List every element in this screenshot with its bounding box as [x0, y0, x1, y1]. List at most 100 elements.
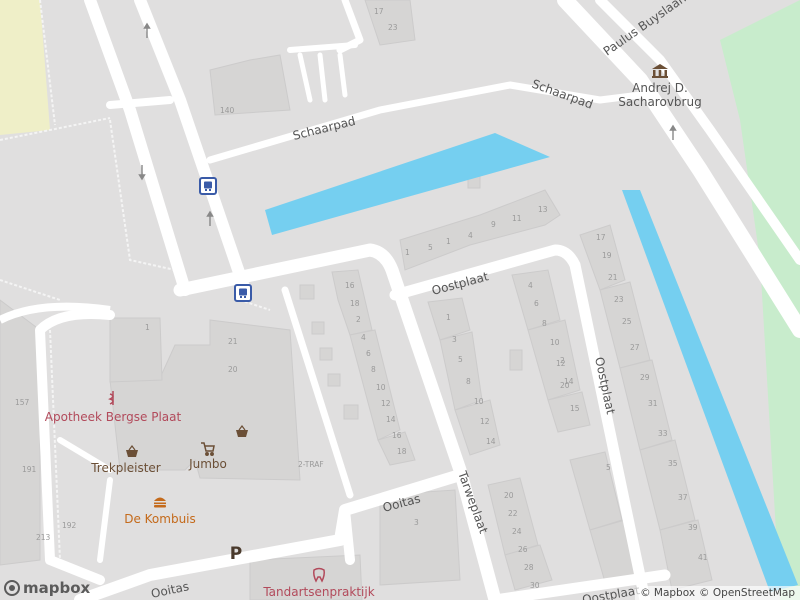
mapbox-logo[interactable]: mapbox	[4, 579, 90, 597]
house-number: 8	[371, 365, 376, 374]
house-number: 31	[648, 399, 658, 408]
building-west	[0, 299, 41, 566]
house-number: 35	[668, 459, 678, 468]
bus-stop-south[interactable]	[234, 284, 252, 302]
attribution-mapbox-link[interactable]: © Mapbox	[640, 587, 695, 599]
house-number: 8	[542, 319, 547, 328]
house-number: 10	[550, 338, 560, 347]
house-number: 8	[466, 377, 471, 386]
house-number: 20	[228, 365, 238, 374]
house-number: 33	[658, 429, 668, 438]
road-inner-2	[57, 437, 113, 563]
house-number: 21	[228, 337, 238, 346]
house-number: 39	[688, 523, 698, 532]
building-small-1	[299, 284, 315, 300]
street-label-schaarpad-right: Schaarpad	[530, 77, 595, 112]
house-number: 192	[62, 521, 77, 530]
house-number: 17	[374, 7, 384, 16]
building-pharmacy	[109, 317, 163, 383]
house-number: 29	[640, 373, 650, 382]
house-number: 25	[622, 317, 632, 326]
house-number: 24	[512, 527, 522, 536]
attribution: © Mapbox © OpenStreetMap	[635, 586, 800, 600]
house-number: 14	[386, 415, 396, 424]
house-number: 18	[397, 447, 407, 456]
attribution-osm-link[interactable]: © OpenStreetMap	[699, 587, 795, 599]
house-number: 1	[446, 313, 451, 322]
house-number: 1	[405, 248, 410, 257]
building-small-3	[319, 347, 333, 361]
house-number: 5	[458, 355, 463, 364]
map-canvas[interactable]: Paulus Buyslaan Schaarpad Schaarpad Oost…	[0, 0, 800, 600]
house-number: 6	[366, 349, 371, 358]
house-number: 21	[608, 273, 618, 282]
house-number: 3	[414, 518, 419, 527]
poi-kombuis-label: De Kombuis	[124, 512, 196, 526]
house-number: 27	[630, 343, 640, 352]
house-number: 1	[446, 237, 451, 246]
house-number: 191	[22, 465, 37, 474]
house-number: 5	[606, 463, 611, 472]
building-small-6	[509, 349, 523, 371]
house-number: 140	[220, 106, 235, 115]
house-number: 4	[361, 333, 366, 342]
poi-dentist-label: Tandartsenpraktijk	[262, 585, 374, 599]
house-number: 2-TRAF	[298, 460, 324, 469]
house-number: 2	[356, 315, 361, 324]
house-number: 16	[392, 431, 402, 440]
building-small-7	[343, 404, 359, 420]
house-number: 20	[504, 491, 514, 500]
bus-stop-north[interactable]	[199, 177, 217, 195]
house-number: 15	[570, 404, 580, 413]
building-small-4	[327, 373, 341, 387]
mapbox-logo-text: mapbox	[23, 579, 91, 597]
bridge-label-line1: Andrej D.	[632, 81, 688, 95]
map-svg: Paulus Buyslaan Schaarpad Schaarpad Oost…	[0, 0, 800, 600]
house-number: 10	[376, 383, 386, 392]
house-number: 23	[388, 23, 398, 32]
road-service-3	[106, 96, 174, 109]
house-number: 14	[486, 437, 496, 446]
house-number: 4	[468, 231, 473, 240]
bridge-label-line2: Sacharovbrug	[618, 95, 701, 109]
house-number: 5	[428, 243, 433, 252]
house-number: 14	[564, 377, 574, 386]
building-row-c	[454, 399, 501, 456]
building-small-2	[311, 321, 325, 335]
house-number: 3	[452, 335, 457, 344]
road-service-2	[134, 0, 251, 296]
house-number: 23	[614, 295, 624, 304]
house-number: 9	[491, 220, 496, 229]
house-number: 41	[698, 553, 708, 562]
house-number: 28	[524, 563, 534, 572]
parking-icon: P	[230, 544, 242, 564]
building-row-e	[527, 319, 581, 401]
poi-trekpleister-label: Trekpleister	[90, 461, 161, 475]
house-number: 19	[602, 251, 612, 260]
house-number: 18	[350, 299, 360, 308]
burger-icon	[154, 497, 166, 508]
house-number: 12	[480, 417, 490, 426]
house-number: 16	[345, 281, 355, 290]
mapbox-logo-icon	[4, 580, 20, 596]
house-number: 26	[518, 545, 528, 554]
building-row-j	[639, 439, 696, 531]
house-number: 37	[678, 493, 688, 502]
road-north-stub	[297, 52, 348, 103]
poi-pharmacy-label: Apotheek Bergse Plaat	[45, 410, 182, 424]
house-number: 11	[512, 214, 522, 223]
poi-kombuis[interactable]: De Kombuis	[124, 497, 196, 527]
house-number: 213	[36, 533, 51, 542]
road-service-1	[84, 0, 191, 296]
house-number: 10	[474, 397, 484, 406]
house-number: 12	[556, 359, 566, 368]
poi-parking[interactable]: P	[230, 544, 242, 564]
street-label-schaarpad-left: Schaarpad	[291, 114, 357, 143]
house-number: 22	[508, 509, 518, 518]
house-number: 13	[538, 205, 548, 214]
house-number: 12	[381, 399, 391, 408]
street-label-ooitas-bottom: Ooitas	[150, 579, 191, 600]
house-number: 157	[15, 398, 30, 407]
road-ooitas-2	[340, 505, 355, 565]
house-number: 6	[534, 299, 539, 308]
